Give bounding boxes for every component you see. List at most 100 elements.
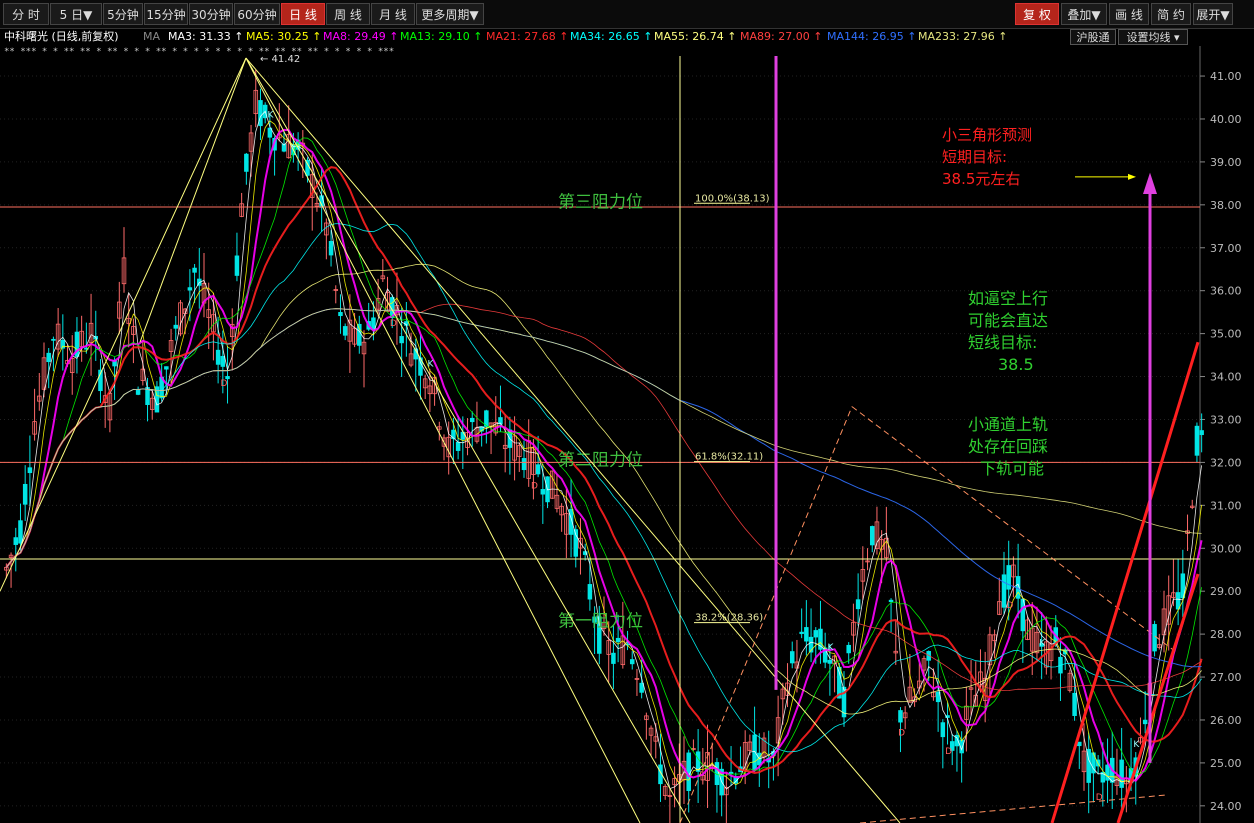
ma-value-0: MA3: 31.33 ↑ xyxy=(168,30,244,43)
price-tick-label: 36.00 xyxy=(1210,285,1242,298)
price-tick-label: 31.00 xyxy=(1210,499,1242,512)
ma-value-5: MA34: 26.65 ↑ xyxy=(570,30,653,43)
candle-body xyxy=(46,352,51,363)
candle-body xyxy=(639,682,644,693)
fib-label-2: 第一阻力位 xyxy=(558,612,643,632)
candle-body xyxy=(469,417,475,423)
candle-body xyxy=(192,267,197,273)
candle-body xyxy=(357,323,362,346)
candle-body xyxy=(27,467,33,474)
toolbar-right-button-3[interactable]: 简 约 xyxy=(1151,3,1191,25)
forecast-annotation-line-2: 38.5元左右 xyxy=(942,170,1021,188)
toolbar-right-button-4[interactable]: 展开▼ xyxy=(1193,3,1233,25)
period-button-6[interactable]: 日 线 xyxy=(281,3,325,25)
period-button-1[interactable]: 5 日▼ xyxy=(50,3,102,25)
price-tick-label: 29.00 xyxy=(1210,585,1242,598)
candle-body xyxy=(328,240,334,256)
k-marker: K xyxy=(1039,639,1046,649)
period-button-2[interactable]: 5分钟 xyxy=(103,3,143,25)
price-tick-label: 35.00 xyxy=(1210,328,1242,341)
candle-body xyxy=(1072,692,1077,716)
price-tick-label: 33.00 xyxy=(1210,413,1242,426)
candle-body xyxy=(164,366,169,370)
target-arrow-head xyxy=(1128,173,1136,180)
fib-ratio-0: 100.0%(38.13) xyxy=(695,193,770,204)
price-tick-label: 27.00 xyxy=(1210,671,1242,684)
candle-body xyxy=(898,710,903,723)
candle-body xyxy=(629,659,635,665)
candle-body xyxy=(173,324,179,329)
d-marker: D xyxy=(1096,793,1103,803)
k-marker: K xyxy=(828,643,835,653)
magenta-arrow-head xyxy=(1143,172,1157,194)
period-button-7[interactable]: 周 线 xyxy=(326,3,370,25)
toolbar-right-button-1[interactable]: 叠加▼ xyxy=(1061,3,1107,25)
ma-value-2: MA8: 29.49 ↑ xyxy=(323,30,399,43)
channel-annotation-line-1: 处存在回踩 xyxy=(968,437,1049,456)
trend-line-1 xyxy=(245,57,691,823)
period-button-0[interactable]: 分 时 xyxy=(3,3,49,25)
candle-body xyxy=(813,630,819,638)
trend-line-left xyxy=(139,57,247,343)
period-button-4[interactable]: 30分钟 xyxy=(189,3,233,25)
candle-body xyxy=(399,336,404,344)
candle-body xyxy=(220,355,226,367)
price-tick-label: 37.00 xyxy=(1210,242,1242,255)
fib-ratio-2: 38.2%(28.36) xyxy=(695,613,763,624)
ma-value-7: MA89: 27.00 ↑ xyxy=(740,30,823,43)
candle-body xyxy=(187,287,193,291)
channel-annotation-line-0: 小通道上轨 xyxy=(968,415,1049,434)
stock-title: 中科曙光 (日线,前复权) xyxy=(4,30,119,43)
channel-annotation-line-2: 下轨可能 xyxy=(980,459,1045,478)
period-button-5[interactable]: 60分钟 xyxy=(234,3,280,25)
period-button-8[interactable]: 月 线 xyxy=(371,3,415,25)
kline-chart[interactable]: 41.00 40.00 39.00 38.00 37.00 36.00 35.00 34.00… xyxy=(0,46,1254,823)
d-marker: D xyxy=(898,728,905,738)
candle-body xyxy=(342,326,348,336)
candle-body xyxy=(804,627,809,642)
candle-body xyxy=(540,489,546,495)
candle-body xyxy=(1199,430,1204,436)
candle-body xyxy=(13,537,19,545)
candle-body xyxy=(587,584,593,600)
price-tick-label: 32.00 xyxy=(1210,456,1242,469)
candle-body xyxy=(244,153,249,172)
candle-body xyxy=(752,734,757,770)
toolbar-right-button-2[interactable]: 画 线 xyxy=(1109,3,1149,25)
candle-body xyxy=(484,410,489,427)
ma-value-8: MA144: 26.95 ↑ xyxy=(827,30,917,43)
candle-body xyxy=(338,312,343,317)
period-button-3[interactable]: 15分钟 xyxy=(144,3,188,25)
ma-label[interactable]: MA xyxy=(143,28,160,46)
candle-body xyxy=(455,441,461,451)
price-tick-label: 40.00 xyxy=(1210,113,1242,126)
price-tick-label: 34.00 xyxy=(1210,371,1242,384)
trend-line-3 xyxy=(245,57,641,823)
price-tick-label: 41.00 xyxy=(1210,70,1242,83)
trend-line-2 xyxy=(245,57,901,823)
candle-body xyxy=(535,464,541,475)
candle-body xyxy=(615,637,621,643)
squeeze-annotation-line-2: 短线目标: xyxy=(968,333,1038,352)
period-button-9[interactable]: 更多周期▼ xyxy=(416,3,484,25)
price-tick-label: 39.00 xyxy=(1210,156,1242,169)
candle-body xyxy=(888,599,894,603)
candle-body xyxy=(940,722,946,738)
hk-connect-button[interactable]: 沪股通 xyxy=(1070,29,1116,45)
candle-body xyxy=(869,526,875,546)
candle-body xyxy=(1142,719,1148,725)
price-tick-label: 25.00 xyxy=(1210,757,1242,770)
candle-body xyxy=(855,599,861,610)
fib-label-0: 第三阻力位 xyxy=(558,192,643,212)
candle-body xyxy=(799,631,804,634)
candle-body xyxy=(1001,574,1007,608)
squeeze-annotation-line-0: 如逼空上行 xyxy=(968,289,1049,308)
candle-body xyxy=(846,644,851,654)
fib-ratio-1: 61.8%(32.11) xyxy=(695,452,763,463)
squeeze-annotation-line-1: 可能会直达 xyxy=(968,311,1049,330)
toolbar-right-button-0[interactable]: 复 权 xyxy=(1015,3,1059,25)
candle-body xyxy=(215,349,221,365)
candle-body xyxy=(789,651,795,664)
set-ma-button[interactable]: 设置均线 ▾ xyxy=(1118,29,1188,45)
ma-legend-bar: 中科曙光 (日线,前复权) MA MA3: 31.33 ↑ MA5: 30.25 ↑ M… xyxy=(0,28,1254,46)
